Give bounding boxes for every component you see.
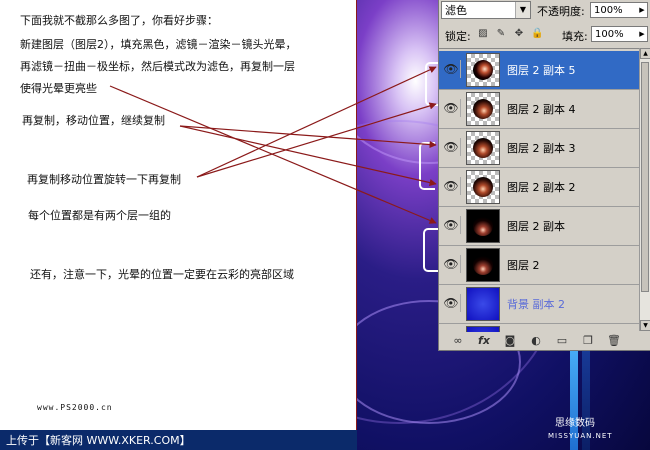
layer-row[interactable]: 👁 图层 2 — [439, 246, 639, 285]
eye-icon[interactable]: 👁 — [442, 255, 461, 273]
layer-name: 背景 副本 2 — [507, 298, 565, 311]
layer-row[interactable]: 👁 背景 副本 2 — [439, 285, 639, 324]
layer-name: 图层 2 副本 4 — [507, 103, 576, 116]
layer-group-bracket — [423, 228, 439, 272]
eye-icon[interactable]: 👁 — [442, 294, 461, 312]
layer-row[interactable]: 👁 图层 2 副本 — [439, 207, 639, 246]
eye-icon[interactable]: 👁 — [442, 60, 461, 78]
layer-name: 图层 2 副本 2 — [507, 181, 576, 194]
lock-label: 锁定: — [445, 30, 471, 43]
annotation-note: 还有，注意一下，光晕的位置一定要在云彩的亮部区域 — [30, 268, 294, 281]
fill-value: 100% — [595, 29, 624, 40]
opacity-value: 100% — [594, 5, 623, 16]
instruction-line: 使得光晕更亮些 — [20, 82, 97, 95]
layer-name: 图层 2 副本 — [507, 220, 565, 233]
layer-name: 图层 2 副本 3 — [507, 142, 576, 155]
layer-thumbnail — [466, 53, 500, 87]
lock-transparency-icon[interactable]: ▨ — [477, 28, 489, 40]
instruction-panel: 下面我就不截那么多图了，你看好步骤： 新建图层（图层2），填充黑色，滤镜－渲染－… — [0, 0, 357, 450]
instruction-line: 新建图层（图层2），填充黑色，滤镜－渲染－镜头光晕， — [20, 38, 297, 51]
annotation-note: 再复制移动位置旋转一下再复制 — [27, 173, 181, 186]
blend-mode-select[interactable]: 滤色 ▼ — [441, 1, 531, 19]
chevron-right-icon: ▶ — [639, 30, 645, 38]
layer-group-bracket — [425, 62, 439, 106]
new-layer-icon[interactable]: ❐ — [581, 334, 595, 347]
scroll-down-icon[interactable]: ▼ — [640, 320, 650, 331]
folder-icon[interactable]: ▭ — [555, 334, 569, 347]
scroll-thumb[interactable] — [641, 62, 649, 292]
layer-row[interactable]: 👁 图层 2 副本 2 — [439, 168, 639, 207]
fill-field[interactable]: 100% ▶ — [591, 26, 648, 42]
mask-icon[interactable]: ◙ — [503, 334, 517, 347]
layer-thumbnail — [466, 131, 500, 165]
layer-name: 图层 2 副本 5 — [507, 64, 576, 77]
adjustment-icon[interactable]: ◐ — [529, 334, 543, 347]
layer-row[interactable]: 👁 图层 2 副本 4 — [439, 90, 639, 129]
layers-panel: 滤色 ▼ 不透明度: 100% ▶ 锁定: ▨ ✎ ✥ 🔒 填充: 100% ▶… — [438, 0, 650, 351]
layer-name: 图层 2 — [507, 259, 540, 272]
chevron-down-icon: ▼ — [515, 2, 530, 18]
eye-icon[interactable]: 👁 — [442, 216, 461, 234]
fx-icon[interactable]: fx — [477, 334, 491, 347]
eye-icon[interactable]: 👁 — [442, 177, 461, 195]
opacity-field[interactable]: 100% ▶ — [590, 2, 648, 18]
layer-thumbnail — [466, 248, 500, 282]
layer-thumbnail — [466, 209, 500, 243]
layer-thumbnail — [466, 92, 500, 126]
lock-move-icon[interactable]: ✥ — [513, 28, 525, 40]
upload-bar: 上传于【新客网 WWW.XKER.COM】 — [0, 430, 357, 450]
lock-all-icon[interactable]: 🔒 — [531, 28, 543, 40]
link-icon[interactable]: ∞ — [451, 334, 465, 347]
scroll-up-icon[interactable]: ▲ — [640, 48, 650, 59]
layers-footer: ∞ fx ◙ ◐ ▭ ❐ 🗑 — [439, 331, 650, 350]
blend-mode-value: 滤色 — [445, 4, 467, 17]
layer-row[interactable]: 👁 图层 2 副本 5 — [439, 51, 639, 90]
eye-icon[interactable]: 👁 — [442, 138, 461, 156]
trash-icon[interactable]: 🗑 — [607, 334, 621, 347]
annotation-note: 再复制，移动位置，继续复制 — [22, 114, 165, 127]
layer-thumbnail — [466, 170, 500, 204]
blend-row: 滤色 ▼ 不透明度: 100% ▶ — [439, 0, 650, 22]
annotation-note: 每个位置都是有两个层一组的 — [28, 209, 171, 222]
layer-scrollbar[interactable]: ▲ ▼ — [639, 48, 650, 331]
layer-thumbnail — [466, 287, 500, 321]
site-label: www.PS2000.cn — [37, 403, 113, 412]
lock-options: ▨ ✎ ✥ 🔒 — [477, 28, 543, 42]
screenshot-canvas: 思缘数码 MISSYUAN.NET 下面我就不截那么多图了，你看好步骤： 新建图… — [0, 0, 650, 450]
upload-label: 上传于【新客网 WWW.XKER.COM】 — [6, 434, 191, 447]
chevron-right-icon: ▶ — [639, 6, 645, 14]
eye-icon[interactable]: 👁 — [442, 99, 461, 117]
instruction-line: 再滤镜－扭曲－极坐标，然后模式改为滤色，再复制一层 — [20, 60, 295, 73]
layer-group-bracket — [419, 142, 435, 190]
opacity-label: 不透明度: — [537, 5, 585, 18]
layer-row[interactable]: 👁 图层 2 副本 3 — [439, 129, 639, 168]
watermark-brand: 思缘数码 — [555, 418, 595, 429]
lock-paint-icon[interactable]: ✎ — [495, 28, 507, 40]
instruction-line: 下面我就不截那么多图了，你看好步骤： — [20, 14, 218, 27]
layer-list: 👁 图层 2 副本 5 👁 图层 2 副本 4 👁 图层 2 副本 3 👁 图层… — [439, 48, 639, 332]
watermark-url: MISSYUAN.NET — [548, 432, 613, 440]
fill-label: 填充: — [562, 30, 588, 43]
